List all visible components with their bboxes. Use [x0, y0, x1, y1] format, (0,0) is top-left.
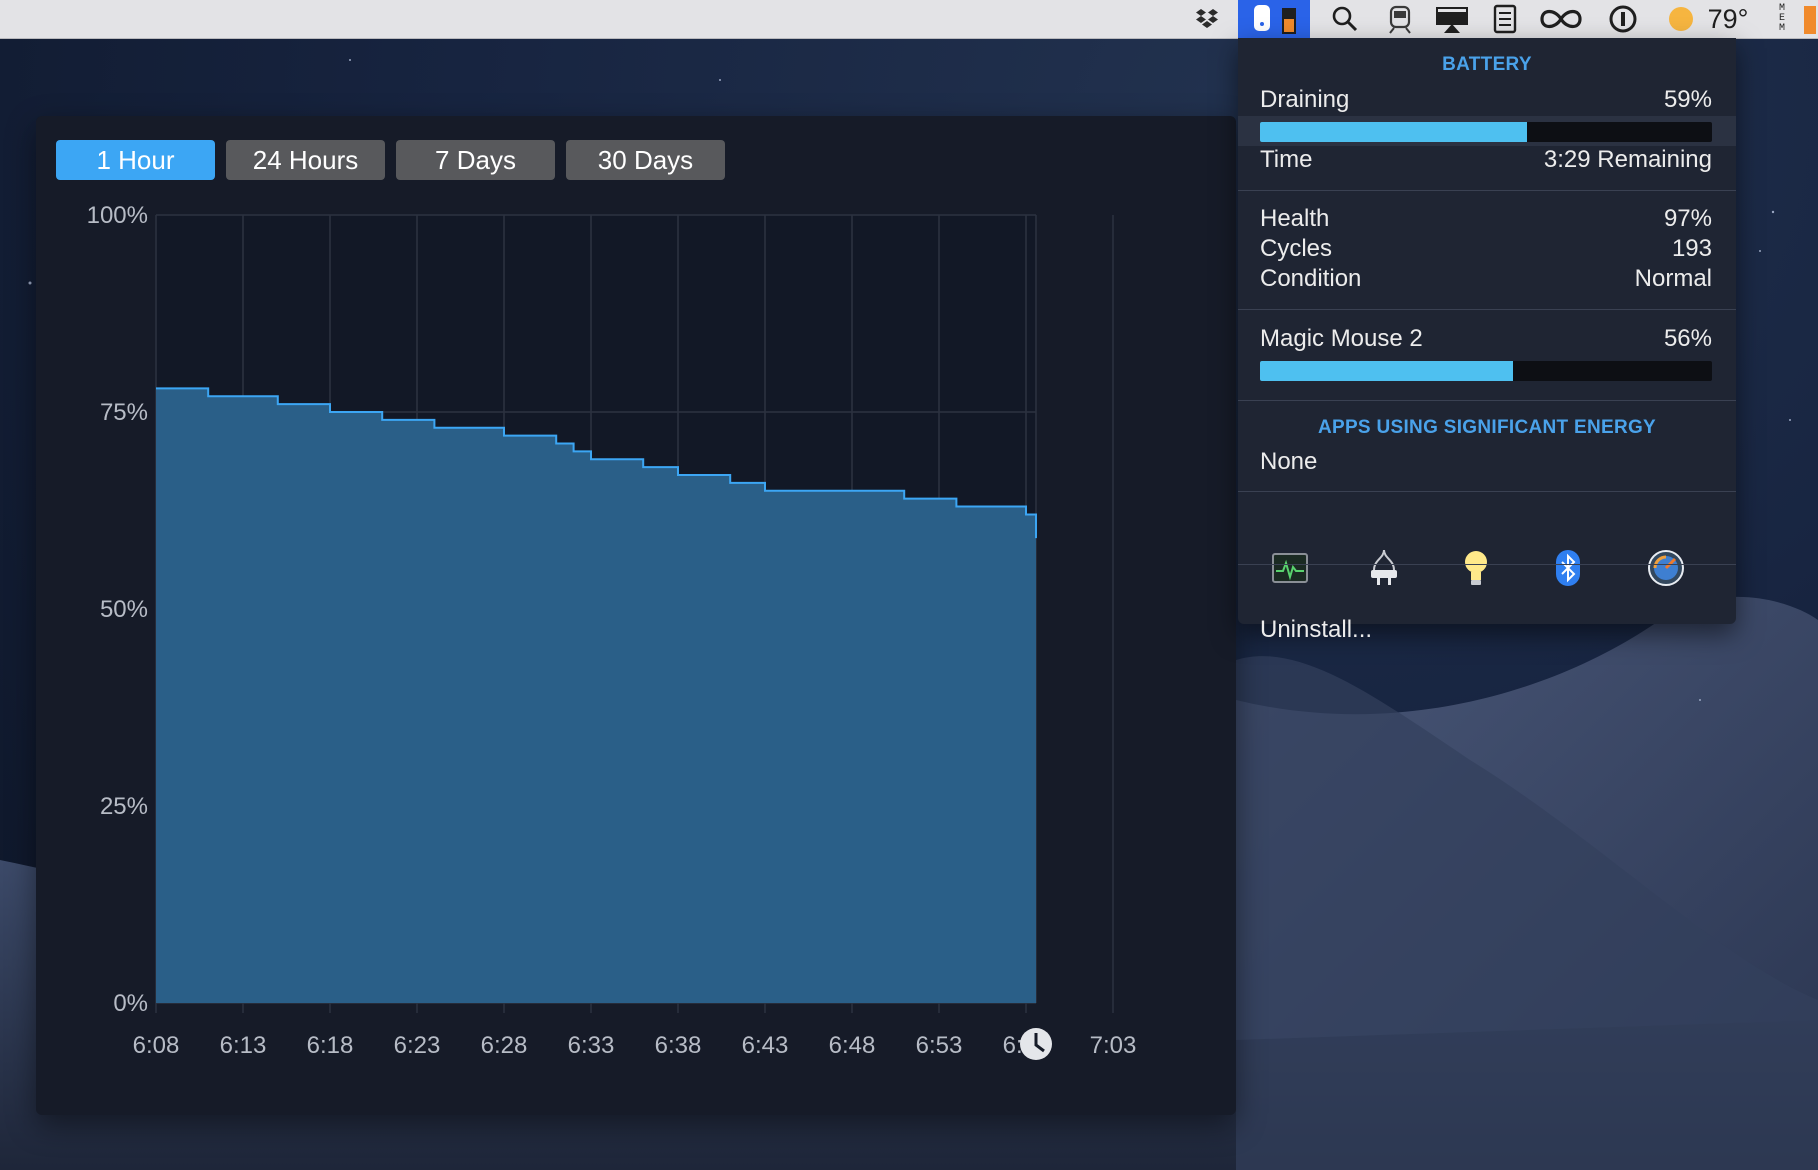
memory-level-icon[interactable] — [1800, 0, 1818, 38]
x-axis-tick-label: 6:33 — [568, 1032, 615, 1059]
apps-energy-none: None — [1260, 448, 1318, 475]
x-axis-tick-label: 6:28 — [481, 1032, 528, 1059]
speed-gauge-icon[interactable] — [1644, 546, 1688, 590]
battery-time-row: Time 3:29 Remaining — [1260, 146, 1712, 174]
memory-monitor-icon[interactable]: MEM — [1772, 0, 1792, 38]
device-battery-row: Magic Mouse 2 56% — [1260, 325, 1712, 353]
battery-condition-label: Condition — [1260, 265, 1362, 292]
y-axis-tick-label: 25% — [100, 793, 148, 820]
battery-cycles-value: 193 — [1671, 235, 1712, 262]
bluetooth-icon[interactable] — [1546, 546, 1590, 590]
divider — [1238, 309, 1736, 310]
apps-energy-heading: APPS USING SIGNIFICANT ENERGY — [1317, 417, 1657, 438]
weather-sun-icon[interactable] — [1664, 0, 1698, 38]
y-axis-tick-label: 0% — [113, 990, 148, 1017]
weather-temperature[interactable]: 79° — [1700, 0, 1756, 38]
battery-condition-value: Normal — [1634, 265, 1712, 292]
battery-time-label: Time — [1260, 146, 1313, 173]
dropbox-icon[interactable] — [1190, 0, 1224, 38]
x-axis-tick-label: 6:23 — [394, 1032, 441, 1059]
divider — [1238, 400, 1736, 401]
y-axis-tick-label: 100% — [87, 202, 148, 229]
x-axis-tick-label: 6:38 — [655, 1032, 702, 1059]
battery-health-value: 97% — [1663, 205, 1712, 232]
battery-popup-menu: BATTERY Draining 59% Time 3:29 Remaining… — [1238, 38, 1736, 643]
x-axis-tick-label: 6:18 — [307, 1032, 354, 1059]
battery-status-row: Draining 59% — [1260, 86, 1712, 114]
x-axis-tick-label: 6:13 — [220, 1032, 267, 1059]
activity-monitor-icon[interactable] — [1268, 546, 1312, 590]
battery-health-row: Health 97% — [1260, 205, 1712, 233]
device-battery-fill — [1260, 361, 1514, 381]
x-axis-tick-label: 6:43 — [742, 1032, 789, 1059]
battery-time-value: 3:29 Remaining — [1543, 146, 1712, 173]
device-battery-bar — [1260, 361, 1712, 381]
infinity-icon[interactable] — [1536, 0, 1586, 38]
x-axis-tick-label: 6:08 — [133, 1032, 180, 1059]
divider — [1238, 491, 1736, 492]
device-name: Magic Mouse 2 — [1260, 325, 1423, 352]
divider — [1238, 190, 1736, 191]
password-manager-icon[interactable] — [1606, 0, 1640, 38]
lightbulb-icon[interactable] — [1454, 546, 1498, 590]
divider — [1238, 564, 1736, 565]
y-axis-tick-label: 50% — [100, 596, 148, 623]
battery-status-label: Draining — [1260, 86, 1350, 113]
battery-app-icon[interactable] — [1238, 0, 1310, 38]
apps-energy-list: None — [1260, 448, 1712, 476]
uninstall-menu-item[interactable]: Uninstall... — [1260, 616, 1372, 644]
battery-cycles-label: Cycles — [1260, 235, 1333, 262]
x-axis-tick-label: 6:53 — [916, 1032, 963, 1059]
battery-status-value: 59% — [1663, 86, 1712, 113]
x-axis-tick-label: 7:03 — [1090, 1032, 1137, 1059]
device-battery-value: 56% — [1663, 325, 1712, 352]
clock-icon[interactable] — [1020, 1028, 1052, 1060]
train-icon[interactable] — [1383, 0, 1417, 38]
battery-heading: BATTERY — [1442, 54, 1532, 75]
airplay-display-icon[interactable] — [1432, 0, 1472, 38]
battery-history-chart: 100% 75% 50% 25% 0% 6:08 6:13 6:18 6:23 6:28 6:33 6… — [87, 202, 1137, 1060]
menu-bar: 79° MEM — [0, 0, 1818, 39]
spotlight-search-icon[interactable] — [1328, 0, 1362, 38]
y-axis-tick-label: 75% — [100, 399, 148, 426]
battery-level-bar — [1260, 122, 1712, 142]
battery-cycles-row: Cycles 193 — [1260, 235, 1712, 263]
battery-level-fill — [1260, 122, 1527, 142]
battery-history-window: 1 Hour 24 Hours 7 Days 30 Days 100% 75% 50… — [36, 116, 1236, 1115]
battery-condition-row: Condition Normal — [1260, 265, 1712, 293]
x-axis-tick-label: 6:48 — [829, 1032, 876, 1059]
notes-list-icon[interactable] — [1488, 0, 1522, 38]
battery-health-label: Health — [1260, 205, 1330, 232]
power-cord-icon[interactable] — [1362, 546, 1406, 590]
memory-monitor-label: MEM — [1778, 3, 1785, 34]
